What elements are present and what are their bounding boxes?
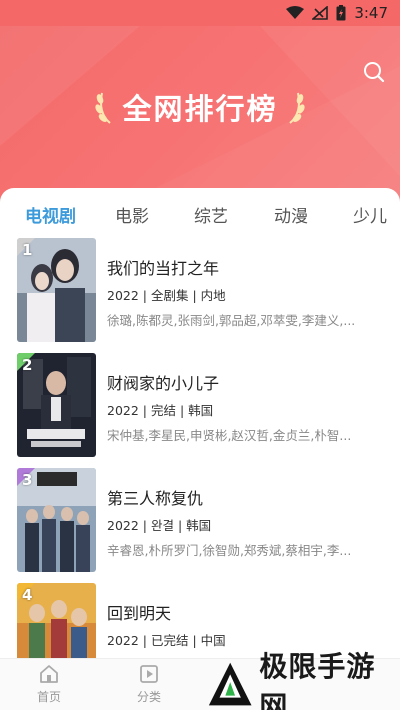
tab-kids[interactable]: 少儿 (353, 202, 387, 227)
nav-category-label: 分类 (136, 690, 161, 704)
list-item[interactable]: 2 财阀家的小儿子 2022 | 完结 | 韩国 宋仲基,李星民,申贤彬,赵汉哲… (0, 353, 400, 457)
item-cast: 徐璐,陈都灵,张雨剑,郭品超,邓萃雯,李建义,... (107, 313, 356, 328)
item-title: 财阀家的小儿子 (107, 374, 220, 393)
item-meta: 2022 | 완결 | 韩国 (107, 518, 212, 533)
item-meta: 2022 | 已完结 | 中国 (107, 633, 226, 648)
poster: 2 (17, 353, 96, 457)
item-title: 回到明天 (107, 604, 172, 623)
wifi-icon (286, 6, 305, 20)
poster: 1 (17, 238, 96, 342)
list-item[interactable]: 1 我们的当打之年 2022 | 全剧集 | 内地 徐璐,陈都灵,张雨剑,郭品超… (0, 238, 400, 342)
poster: 3 (17, 468, 96, 572)
tab-variety[interactable]: 综艺 (194, 202, 228, 227)
status-bar: 3:47 (0, 0, 400, 26)
list-item[interactable]: 3 第三人称复仇 2022 | 완결 | 韩国 辛睿恩,朴所罗门,徐智勋,郑秀斌… (0, 468, 400, 572)
item-meta: 2022 | 全剧集 | 内地 (107, 288, 226, 303)
item-cast: 宋仲基,李星民,申贤彬,赵汉哲,金贞兰,朴智... (107, 428, 352, 443)
rank-number: 1 (22, 241, 33, 259)
laurel-right-icon (288, 92, 305, 124)
search-button[interactable] (362, 60, 386, 84)
item-title: 我们的当打之年 (107, 259, 220, 278)
nav-category[interactable]: 分类 (119, 663, 179, 705)
nav-home-label: 首页 (36, 690, 61, 704)
laurel-left-icon (95, 92, 112, 124)
status-time: 3:47 (354, 4, 388, 22)
watermark-text: 极限手游网 (259, 650, 376, 710)
play-square-icon (140, 665, 158, 683)
watermark-logo-icon (208, 662, 252, 706)
page-title: 全网排行榜 (122, 92, 278, 126)
watermark: 极限手游网 (205, 650, 400, 710)
signal-off-icon (312, 6, 329, 20)
header-banner: 全网排行榜 (0, 82, 400, 132)
tab-tv-series[interactable]: 电视剧 (25, 202, 76, 227)
item-meta: 2022 | 完结 | 韩国 (107, 403, 214, 418)
search-icon (364, 62, 385, 83)
rank-number: 3 (22, 471, 33, 489)
poster: 4 (17, 583, 96, 658)
battery-charging-icon (336, 5, 346, 21)
category-tabs: 电视剧 电影 综艺 动漫 少儿 (0, 188, 400, 238)
tab-movies[interactable]: 电影 (115, 202, 149, 227)
ranking-header: 全网排行榜 (0, 26, 400, 206)
rank-number: 4 (22, 586, 33, 604)
item-title: 第三人称复仇 (107, 489, 204, 508)
item-cast: 辛睿恩,朴所罗门,徐智勋,郑秀斌,蔡相宇,李... (107, 543, 352, 558)
home-icon (40, 665, 58, 683)
ranking-content: 电视剧 电影 综艺 动漫 少儿 1 我们的当打之年 2022 | 全剧集 | 内… (0, 188, 400, 658)
tab-anime[interactable]: 动漫 (274, 202, 308, 227)
rank-number: 2 (22, 356, 33, 374)
nav-home[interactable]: 首页 (19, 663, 79, 705)
